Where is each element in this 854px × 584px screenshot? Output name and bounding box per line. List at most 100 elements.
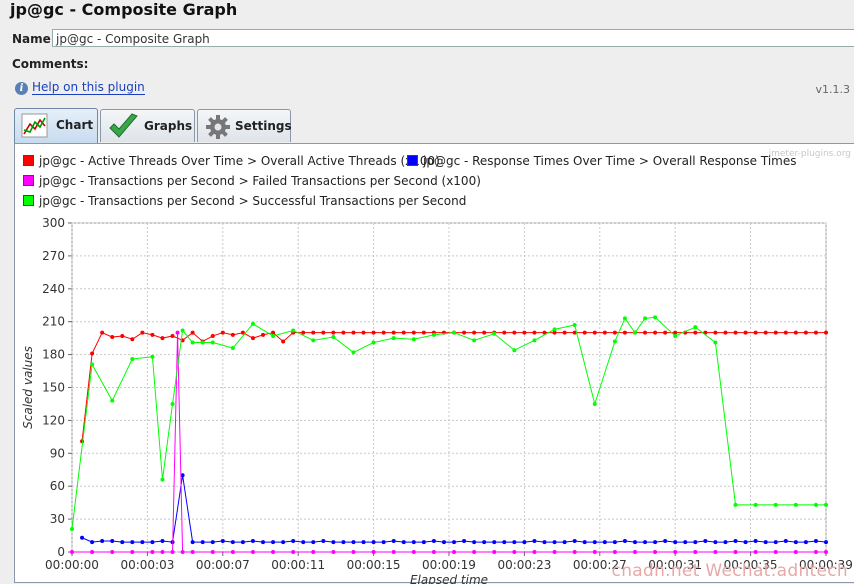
data-point bbox=[321, 330, 326, 335]
tab-chart[interactable]: Chart bbox=[14, 108, 98, 143]
data-point bbox=[431, 332, 436, 337]
data-point bbox=[381, 330, 386, 335]
data-point bbox=[673, 550, 678, 554]
data-point bbox=[763, 540, 768, 545]
data-point bbox=[351, 540, 356, 545]
data-point bbox=[351, 330, 356, 335]
data-point bbox=[753, 539, 758, 544]
data-point bbox=[582, 330, 587, 335]
data-point bbox=[190, 550, 195, 554]
data-point bbox=[421, 540, 426, 545]
data-point bbox=[753, 502, 758, 507]
data-point bbox=[240, 540, 245, 545]
y-axis-label: Scaled values bbox=[21, 346, 35, 429]
x-tick-label: 00:00:19 bbox=[422, 558, 476, 572]
data-point bbox=[210, 550, 215, 554]
data-point bbox=[210, 540, 215, 545]
data-point bbox=[110, 539, 115, 544]
y-tick-label: 270 bbox=[42, 249, 65, 263]
gear-icon bbox=[206, 115, 230, 139]
data-point bbox=[90, 550, 95, 554]
data-point bbox=[401, 330, 406, 335]
help-link[interactable]: Help on this plugin bbox=[32, 80, 145, 95]
data-point bbox=[753, 550, 758, 554]
tab-settings[interactable]: Settings bbox=[197, 109, 292, 142]
data-point bbox=[90, 362, 95, 367]
data-point bbox=[110, 398, 115, 403]
data-point bbox=[281, 540, 286, 545]
data-point bbox=[472, 540, 477, 545]
tab-graphs[interactable]: Graphs bbox=[100, 109, 195, 142]
checkmark-icon bbox=[109, 113, 138, 138]
data-point bbox=[110, 335, 115, 340]
data-point bbox=[120, 333, 125, 338]
name-input[interactable]: jp@gc - Composite Graph bbox=[52, 29, 854, 47]
data-point bbox=[713, 330, 718, 335]
data-point bbox=[140, 330, 145, 335]
data-point bbox=[592, 401, 597, 406]
data-point bbox=[200, 540, 205, 545]
data-point bbox=[311, 550, 316, 554]
data-point bbox=[562, 540, 567, 545]
data-point bbox=[693, 540, 698, 545]
data-point bbox=[230, 540, 235, 545]
data-point bbox=[180, 328, 185, 333]
data-point bbox=[532, 330, 537, 335]
data-point bbox=[783, 330, 788, 335]
data-point bbox=[713, 340, 718, 345]
x-tick-label: 00:00:11 bbox=[271, 558, 325, 572]
data-point bbox=[250, 550, 255, 554]
data-point bbox=[532, 550, 537, 554]
data-point bbox=[653, 330, 658, 335]
data-point bbox=[250, 539, 255, 544]
data-point bbox=[441, 540, 446, 545]
data-point bbox=[160, 539, 165, 544]
data-point bbox=[803, 330, 808, 335]
data-point bbox=[341, 540, 346, 545]
data-point bbox=[250, 321, 255, 326]
data-point bbox=[281, 339, 286, 344]
data-point bbox=[371, 550, 376, 554]
data-point bbox=[371, 340, 376, 345]
data-point bbox=[321, 539, 326, 544]
data-point bbox=[371, 330, 376, 335]
data-point bbox=[175, 330, 180, 335]
y-tick-label: 300 bbox=[42, 216, 65, 230]
data-point bbox=[331, 330, 336, 335]
data-point bbox=[643, 330, 648, 335]
data-point bbox=[70, 526, 74, 531]
data-point bbox=[733, 539, 738, 544]
data-point bbox=[431, 550, 436, 554]
data-point bbox=[512, 348, 517, 353]
comments-row: Comments: bbox=[10, 55, 854, 73]
data-point bbox=[271, 550, 276, 554]
data-point bbox=[492, 331, 497, 336]
data-point bbox=[381, 540, 386, 545]
data-point bbox=[170, 333, 175, 338]
y-tick-label: 0 bbox=[57, 545, 65, 559]
data-point bbox=[391, 539, 396, 544]
data-point bbox=[512, 540, 517, 545]
data-point bbox=[160, 336, 165, 341]
data-point bbox=[311, 338, 316, 343]
data-point bbox=[421, 330, 426, 335]
x-tick-label: 00:00:15 bbox=[347, 558, 401, 572]
data-point bbox=[643, 540, 648, 545]
data-point bbox=[411, 330, 416, 335]
data-point bbox=[170, 550, 175, 554]
data-point bbox=[391, 550, 396, 554]
data-point bbox=[100, 330, 105, 335]
data-point bbox=[632, 540, 637, 545]
data-point bbox=[301, 330, 306, 335]
x-tick-label: 00:00:00 bbox=[45, 558, 99, 572]
y-tick-label: 60 bbox=[50, 479, 65, 493]
data-point bbox=[612, 540, 617, 545]
data-point bbox=[512, 330, 517, 335]
window-title: jp@gc - Composite Graph bbox=[10, 0, 238, 19]
data-point bbox=[512, 550, 517, 554]
data-point bbox=[612, 550, 617, 554]
data-point bbox=[502, 330, 507, 335]
y-tick-label: 150 bbox=[42, 381, 65, 395]
data-point bbox=[733, 550, 738, 554]
data-point bbox=[472, 330, 477, 335]
